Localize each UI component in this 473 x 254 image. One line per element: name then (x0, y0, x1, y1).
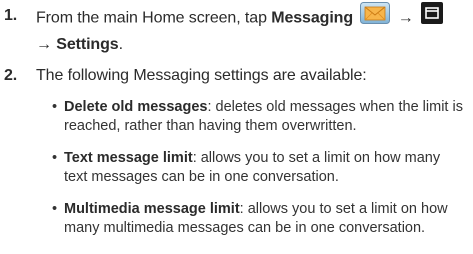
messaging-envelope-icon (360, 2, 391, 31)
step-1-line-2: → Settings. (36, 33, 466, 56)
step-number: 2. (4, 67, 18, 84)
step-2-text: The following Messaging settings are ava… (36, 67, 367, 84)
bullet-marker: • (52, 99, 58, 115)
step-1-body: From the main Home screen, tap Messaging (36, 2, 466, 56)
step-1-period: . (118, 36, 123, 53)
menu-key-icon (420, 2, 443, 31)
messaging-label: Messaging (271, 9, 354, 27)
list-item: • Text message limit: allows you to set … (52, 149, 467, 187)
settings-label: → Settings (36, 36, 119, 53)
document-page: 1. From the main Home screen, tap Messag… (0, 0, 473, 254)
step-2-body: The following Messaging settings are ava… (36, 64, 466, 87)
bullet-marker: • (52, 201, 58, 217)
bullet-term: Multimedia message limit (64, 201, 240, 217)
bullet-term: Text message limit (64, 150, 193, 166)
bullet-marker: • (52, 150, 58, 166)
step-number: 1. (4, 7, 18, 24)
bullet-term: Delete old messages (64, 99, 208, 115)
list-item: • Delete old messages: deletes old messa… (52, 98, 467, 136)
step-1-line-1: From the main Home screen, tap Messaging (36, 2, 466, 33)
list-item: • Multimedia message limit: allows you t… (52, 200, 467, 238)
step-1-text: From the main Home screen, tap (36, 9, 272, 27)
settings-bullet-list: • Delete old messages: deletes old messa… (52, 98, 467, 251)
arrow-1: → (393, 9, 418, 27)
